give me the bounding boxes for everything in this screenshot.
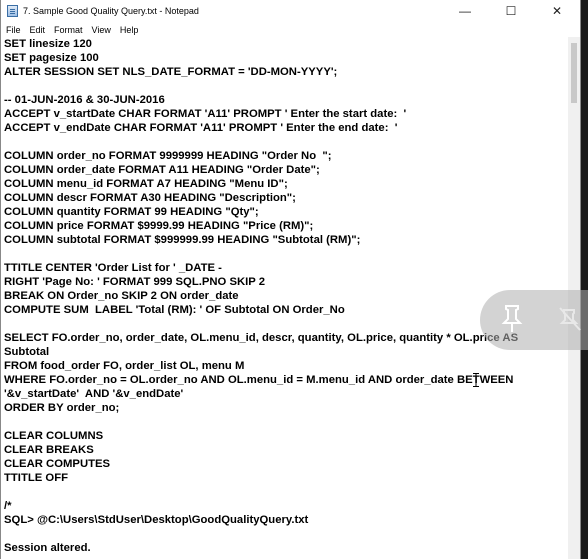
text-line: COLUMN quantity FORMAT 99 HEADING "Qty"; [4,206,259,218]
menu-file[interactable]: File [6,25,21,35]
notepad-window: 7. Sample Good Quality Query.txt - Notep… [0,0,581,559]
text-line: ALTER SESSION SET NLS_DATE_FORMAT = 'DD-… [4,66,338,78]
menu-help[interactable]: Help [120,25,139,35]
text-line: RIGHT 'Page No: ' FORMAT 999 SQL.PNO SKI… [4,276,266,288]
text-cursor-icon [473,373,479,387]
text-line: Subtotal [4,346,50,358]
text-line [4,135,570,149]
menu-bar: File Edit Format View Help [1,22,580,37]
text-line: COLUMN subtotal FORMAT $999999.99 HEADIN… [4,234,361,246]
text-line: '&v_startDate' AND '&v_endDate' [4,388,184,400]
text-line [4,527,570,541]
text-line: CLEAR COLUMNS [4,430,104,442]
text-line: COLUMN price FORMAT $9999.99 HEADING "Pr… [4,220,314,232]
scrollbar-thumb[interactable] [571,43,577,103]
text-line: ACCEPT v_endDate CHAR FORMAT 'A11' PROMP… [4,122,398,134]
text-line: CLEAR COMPUTES [4,458,111,470]
text-line [4,79,570,93]
text-line: TTITLE OFF [4,472,69,484]
window-title: 7. Sample Good Quality Query.txt - Notep… [23,6,199,16]
text-line: COLUMN menu_id FORMAT A7 HEADING "Menu I… [4,178,288,190]
text-line: COLUMN order_date FORMAT A11 HEADING "Or… [4,164,320,176]
notepad-icon [7,5,18,17]
minimize-button[interactable]: — [442,0,488,22]
text-line: FROM food_order FO, order_list OL, menu … [4,360,245,372]
menu-format[interactable]: Format [54,25,83,35]
text-line: COLUMN descr FORMAT A30 HEADING "Descrip… [4,192,296,204]
pin-overlay [480,290,588,350]
text-line: CLEAR BREAKS [4,444,94,456]
text-line: /* [4,500,12,512]
text-line [4,247,570,261]
menu-view[interactable]: View [92,25,111,35]
text-line: ACCEPT v_startDate CHAR FORMAT 'A11' PRO… [4,108,407,120]
pin-icon[interactable] [498,304,526,334]
text-line: Session altered. [4,542,91,554]
text-line: SET linesize 120 [4,38,92,50]
close-button[interactable]: ✕ [534,0,580,22]
unpin-icon[interactable] [558,306,582,332]
text-line [4,485,570,499]
text-editor-area[interactable]: SET linesize 120 SET pagesize 100 ALTER SE… [4,37,570,559]
text-line [4,415,570,429]
text-line: COLUMN order_no FORMAT 9999999 HEADING "… [4,150,332,162]
desktop-edge [581,0,588,559]
text-line: WHERE FO.order_no = OL.order_no AND OL.m… [4,374,514,386]
text-line: SQL> @C:\Users\StdUser\Desktop\GoodQuali… [4,514,309,526]
window-controls: — ☐ ✕ [442,0,580,22]
text-line: ORDER BY order_no; [4,402,120,414]
title-bar[interactable]: 7. Sample Good Quality Query.txt - Notep… [1,0,580,22]
text-line: -- 01-JUN-2016 & 30-JUN-2016 [4,94,165,106]
menu-edit[interactable]: Edit [30,25,46,35]
maximize-button[interactable]: ☐ [488,0,534,22]
text-line: TTITLE CENTER 'Order List for ' _DATE - [4,262,222,274]
text-line: SET pagesize 100 [4,52,99,64]
